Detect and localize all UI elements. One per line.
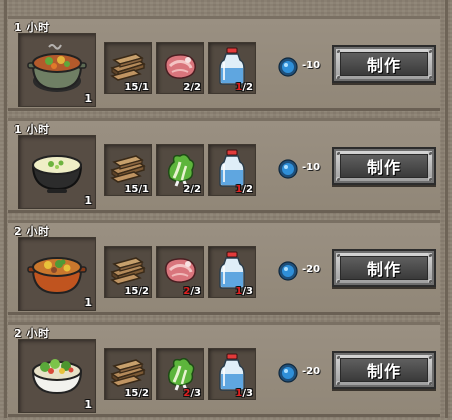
craft-button-label: 制作 [340,256,428,280]
ingredient-slot[interactable]: 2/2 [156,144,204,196]
ingredient-slot[interactable]: 15/1 [104,42,152,94]
ingredient-need: 3 [194,286,201,297]
ingredient-count: 2/2 [183,82,201,93]
recipe-row: 2 小时 1 15/2 2/3 1/3 -20 制作 [8,322,440,417]
ingredient-count: 1/2 [235,184,253,195]
ingredient-count: 1/3 [235,286,253,297]
ingredient-have: 15 [124,184,139,195]
ingredient-slot[interactable]: 2/3 [156,348,204,400]
food-quantity: 1 [84,92,92,105]
ingredient-slot[interactable]: 15/2 [104,246,152,298]
rivet-decoration [428,381,432,385]
ingredient-count: 2/3 [183,388,201,399]
ingredient-need: 3 [246,388,253,399]
food-slot[interactable]: 1 [18,135,96,209]
rivet-decoration [428,177,432,181]
ingredient-count: 15/1 [124,82,149,93]
ingredient-have: 2 [183,82,191,93]
recipe-row: 1 小时 1 15/1 2/2 1/2 -10 制作 [8,16,440,111]
salad-bowl-icon [27,347,87,405]
vegetable-soup-bowl-icon [27,143,87,201]
ingredient-have: 15 [124,286,139,297]
ingredient-slot[interactable]: 2/3 [156,246,204,298]
gem-icon [278,159,298,183]
craft-button-label: 制作 [340,52,428,76]
craft-button[interactable]: 制作 [332,147,436,185]
ingredient-slot[interactable]: 1/3 [208,348,256,400]
craft-button-label: 制作 [340,358,428,382]
ingredient-count: 15/2 [124,388,149,399]
rivet-decoration [428,279,432,283]
ingredient-count: 15/1 [124,184,149,195]
ingredient-have: 2 [183,388,191,399]
ingredient-count: 2/3 [183,286,201,297]
crafting-panel: 1 小时 1 15/1 2/2 1/2 -10 制作 1 小时 1 15/1 2… [0,0,452,420]
ingredient-need: 3 [246,286,253,297]
ingredient-slot[interactable]: 15/2 [104,348,152,400]
food-quantity: 1 [84,296,92,309]
gem-icon [278,363,298,387]
ingredient-need: 2 [142,388,149,399]
ingredient-have: 1 [235,184,243,195]
vegetable-stew-pot-icon [27,41,87,99]
ingredient-slot[interactable]: 15/1 [104,144,152,196]
ingredient-need: 1 [142,184,149,195]
food-slot[interactable]: 1 [18,339,96,413]
ingredient-need: 2 [246,82,253,93]
cost-value: -20 [302,264,321,275]
ingredient-have: 2 [183,286,191,297]
craft-button[interactable]: 制作 [332,45,436,83]
cost-value: -10 [302,60,321,71]
ingredient-slot[interactable]: 2/2 [156,42,204,94]
ingredient-need: 3 [194,388,201,399]
rivet-decoration [428,151,432,155]
rivet-decoration [428,253,432,257]
ingredient-need: 2 [246,184,253,195]
ingredient-slot[interactable]: 1/2 [208,42,256,94]
cost-value: -20 [302,366,321,377]
ingredient-need: 2 [194,82,201,93]
recipe-row: 1 小时 1 15/1 2/2 1/2 -10 制作 [8,118,440,213]
ingredient-count: 1/3 [235,388,253,399]
recipe-row: 2 小时 1 15/2 2/3 1/3 -20 制作 [8,220,440,315]
ingredient-have: 2 [183,184,191,195]
ingredient-need: 2 [142,286,149,297]
ingredient-need: 1 [142,82,149,93]
gem-icon [278,261,298,285]
rivet-decoration [428,49,432,53]
ingredient-need: 2 [194,184,201,195]
ingredient-have: 1 [235,286,243,297]
craft-button[interactable]: 制作 [332,249,436,287]
rivet-decoration [428,75,432,79]
ingredient-have: 15 [124,388,139,399]
rivet-decoration [428,355,432,359]
cost-value: -10 [302,162,321,173]
craft-button[interactable]: 制作 [332,351,436,389]
meat-stew-pot-icon [27,245,87,303]
ingredient-have: 1 [235,82,243,93]
food-slot[interactable]: 1 [18,33,96,107]
ingredient-have: 15 [124,82,139,93]
craft-button-label: 制作 [340,154,428,178]
ingredient-count: 15/2 [124,286,149,297]
ingredient-slot[interactable]: 1/3 [208,246,256,298]
ingredient-count: 2/2 [183,184,201,195]
ingredient-count: 1/2 [235,82,253,93]
food-quantity: 1 [84,398,92,411]
ingredient-have: 1 [235,388,243,399]
ingredient-slot[interactable]: 1/2 [208,144,256,196]
food-quantity: 1 [84,194,92,207]
food-slot[interactable]: 1 [18,237,96,311]
gem-icon [278,57,298,81]
